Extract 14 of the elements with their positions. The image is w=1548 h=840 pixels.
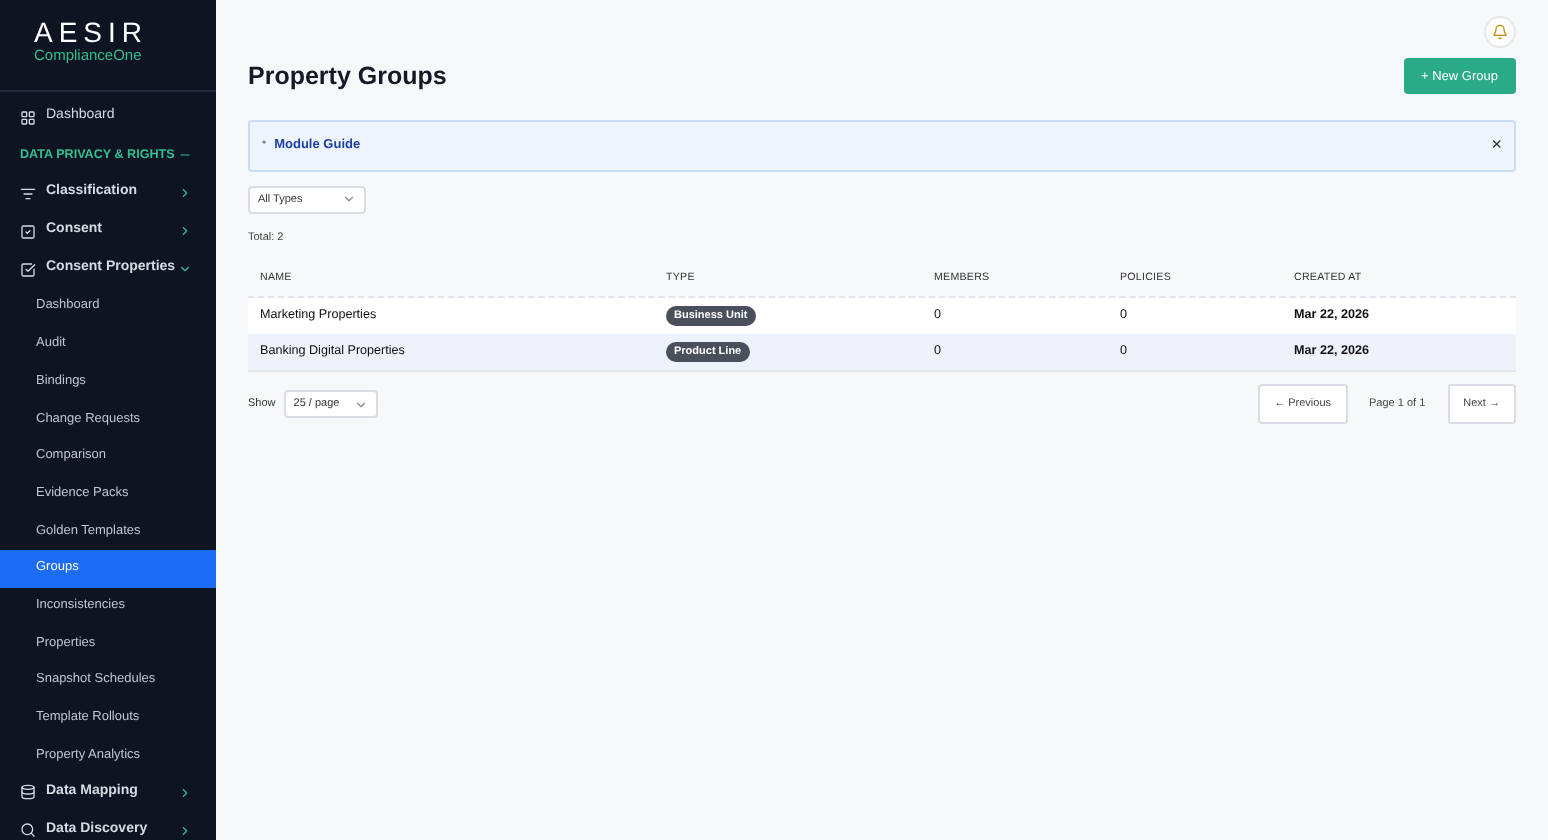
bell-icon: [1492, 24, 1508, 40]
database-icon: [20, 784, 36, 801]
page-title: Property Groups: [248, 60, 447, 94]
close-button[interactable]: ×: [1491, 132, 1502, 159]
notification-button[interactable]: [1484, 16, 1516, 48]
grid-icon: [20, 109, 36, 125]
checkbox-icon: [20, 261, 36, 277]
list-icon: [20, 185, 36, 201]
collapse-icon[interactable]: [178, 148, 192, 162]
checkbox-icon: [20, 223, 36, 239]
brand-logo: AESIR: [34, 17, 151, 46]
chevron-icon: [353, 397, 368, 411]
chevron-icon: [342, 192, 356, 207]
search-icon: [20, 822, 36, 839]
